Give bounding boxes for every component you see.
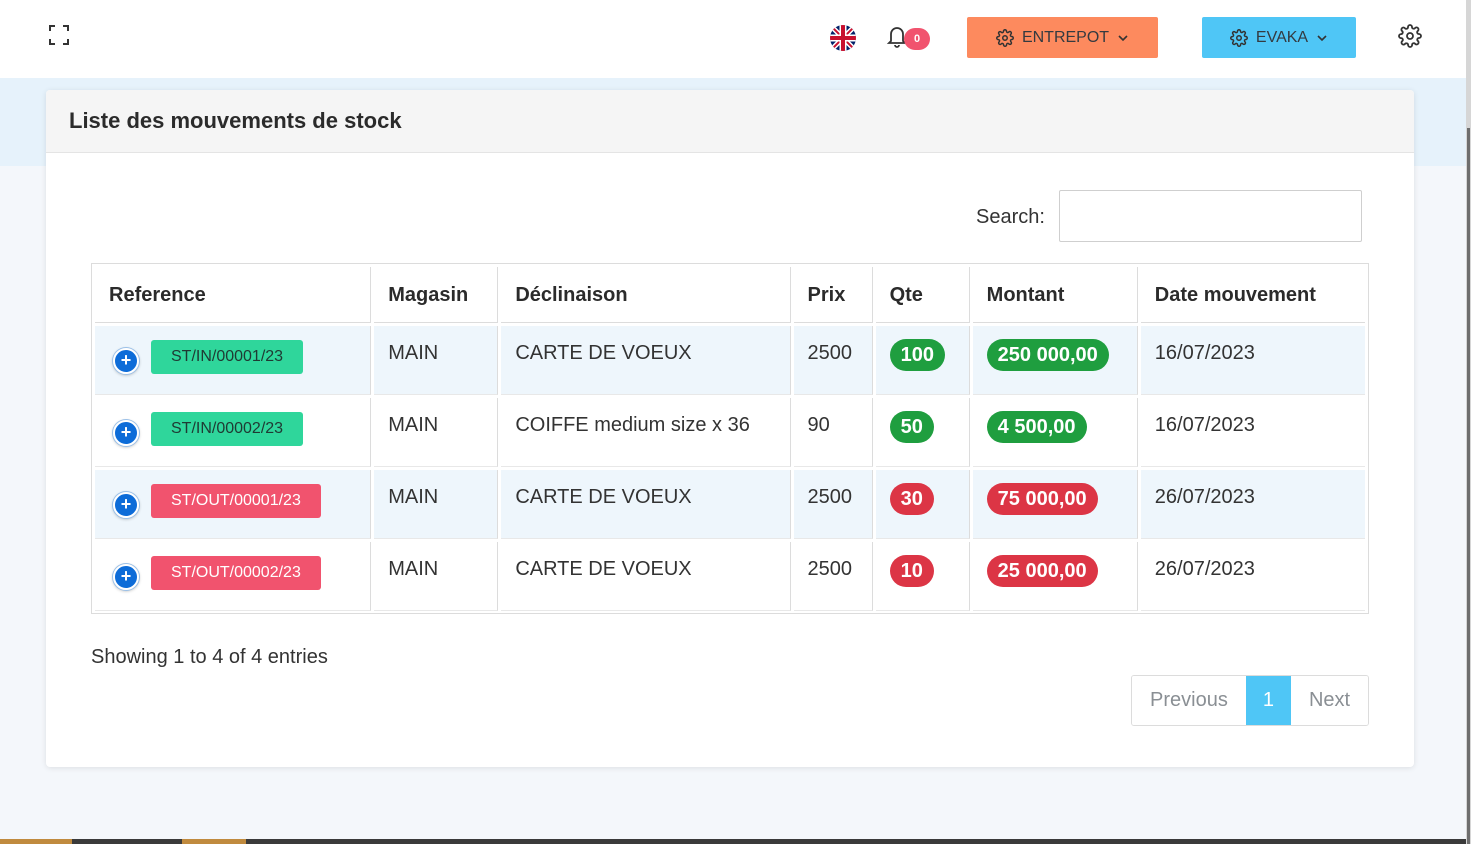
montant-cell: 4 500,00 <box>972 398 1138 467</box>
chevron-down-icon <box>1317 34 1327 41</box>
montant-cell: 75 000,00 <box>972 470 1138 539</box>
magasin-cell: MAIN <box>374 542 499 611</box>
settings-gear-icon[interactable] <box>1398 24 1422 48</box>
stock-movements-card: Liste des mouvements de stock Search: Re… <box>46 90 1414 767</box>
plus-circle-icon[interactable]: + <box>113 492 139 518</box>
reference-badge[interactable]: ST/IN/00001/23 <box>151 340 304 374</box>
qte-cell: 10 <box>875 542 970 611</box>
fullscreen-icon[interactable] <box>48 24 70 46</box>
magasin-cell: MAIN <box>374 326 499 395</box>
reference-badge[interactable]: ST/OUT/00001/23 <box>151 484 321 518</box>
qte-cell: 100 <box>875 326 970 395</box>
qte-badge: 30 <box>889 483 934 515</box>
qte-cell: 50 <box>875 398 970 467</box>
column-header-date-mouvement[interactable]: Date mouvement <box>1140 267 1365 323</box>
entrepot-label: ENTREPOT <box>1021 28 1110 46</box>
uk-flag-icon[interactable] <box>830 25 856 51</box>
montant-badge: 4 500,00 <box>986 411 1087 443</box>
table-header-row: Reference Magasin Déclinaison Prix Qte M… <box>95 267 1365 323</box>
prix-cell: 90 <box>793 398 873 467</box>
plus-circle-icon[interactable]: + <box>113 348 139 374</box>
next-page-button[interactable]: Next <box>1290 676 1369 725</box>
table-row: + ST/OUT/00002/23 MAIN CARTE DE VOEUX 25… <box>95 542 1365 611</box>
date-cell: 26/07/2023 <box>1140 542 1365 611</box>
prix-cell: 2500 <box>793 326 873 395</box>
user-label: EVAKA <box>1255 28 1309 46</box>
reference-badge[interactable]: ST/OUT/00002/23 <box>151 556 321 590</box>
entrepot-dropdown-button[interactable]: ENTREPOT <box>967 17 1158 58</box>
stock-movements-table: Reference Magasin Déclinaison Prix Qte M… <box>91 263 1369 614</box>
date-cell: 16/07/2023 <box>1140 398 1365 467</box>
declinaison-cell: CARTE DE VOEUX <box>501 470 791 539</box>
reference-cell: + ST/IN/00002/23 <box>95 398 372 467</box>
prix-cell: 2500 <box>793 470 873 539</box>
magasin-cell: MAIN <box>374 470 499 539</box>
column-header-declinaison[interactable]: Déclinaison <box>501 267 791 323</box>
montant-cell: 25 000,00 <box>972 542 1138 611</box>
magasin-cell: MAIN <box>374 398 499 467</box>
scrollbar[interactable] <box>1467 128 1470 844</box>
montant-badge: 75 000,00 <box>986 483 1098 515</box>
declinaison-cell: CARTE DE VOEUX <box>501 326 791 395</box>
window-bottom-edge <box>0 839 1466 844</box>
column-header-reference[interactable]: Reference <box>95 267 372 323</box>
page-title: Liste des mouvements de stock <box>69 108 402 133</box>
pagination: Previous 1 Next <box>1131 675 1370 726</box>
qte-badge: 10 <box>889 555 934 587</box>
date-cell: 16/07/2023 <box>1140 326 1365 395</box>
reference-cell: + ST/IN/00001/23 <box>95 326 372 395</box>
column-header-montant[interactable]: Montant <box>972 267 1138 323</box>
reference-cell: + ST/OUT/00002/23 <box>95 542 372 611</box>
previous-page-button[interactable]: Previous <box>1132 676 1246 725</box>
user-dropdown-button[interactable]: EVAKA <box>1202 17 1356 58</box>
notification-count-badge: 0 <box>904 28 930 50</box>
declinaison-cell: COIFFE medium size x 36 <box>501 398 791 467</box>
table-row: + ST/IN/00001/23 MAIN CARTE DE VOEUX 250… <box>95 326 1365 395</box>
window-right-edge <box>1466 0 1471 844</box>
top-navbar: 0 ENTREPOT EVAKA <box>0 0 1466 78</box>
search-input[interactable] <box>1059 190 1362 242</box>
column-header-magasin[interactable]: Magasin <box>374 267 499 323</box>
plus-circle-icon[interactable]: + <box>113 564 139 590</box>
search-label: Search: <box>976 206 1045 228</box>
declinaison-cell: CARTE DE VOEUX <box>501 542 791 611</box>
reference-badge[interactable]: ST/IN/00002/23 <box>151 412 304 446</box>
montant-badge: 25 000,00 <box>986 555 1098 587</box>
card-header: Liste des mouvements de stock <box>46 90 1414 153</box>
table-info-text: Showing 1 to 4 of 4 entries <box>91 646 328 668</box>
page-1-button[interactable]: 1 <box>1245 676 1291 725</box>
column-header-qte[interactable]: Qte <box>875 267 970 323</box>
qte-cell: 30 <box>875 470 970 539</box>
prix-cell: 2500 <box>793 542 873 611</box>
montant-cell: 250 000,00 <box>972 326 1138 395</box>
reference-cell: + ST/OUT/00001/23 <box>95 470 372 539</box>
gear-icon <box>1229 28 1248 47</box>
plus-circle-icon[interactable]: + <box>113 420 139 446</box>
chevron-down-icon <box>1118 34 1128 41</box>
column-header-prix[interactable]: Prix <box>793 267 873 323</box>
table-row: + ST/IN/00002/23 MAIN COIFFE medium size… <box>95 398 1365 467</box>
table-row: + ST/OUT/00001/23 MAIN CARTE DE VOEUX 25… <box>95 470 1365 539</box>
qte-badge: 50 <box>889 411 934 443</box>
gear-icon <box>996 28 1014 47</box>
qte-badge: 100 <box>889 339 945 371</box>
date-cell: 26/07/2023 <box>1140 470 1365 539</box>
notifications-button[interactable]: 0 <box>886 24 932 54</box>
montant-badge: 250 000,00 <box>986 339 1109 371</box>
